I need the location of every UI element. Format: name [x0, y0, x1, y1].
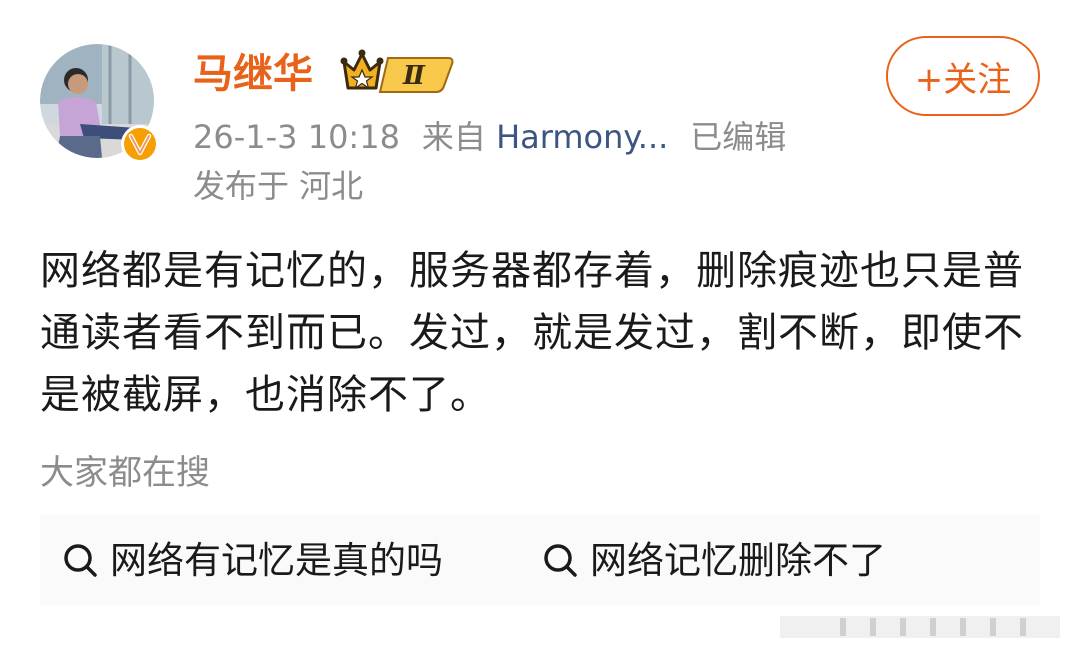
username[interactable]: 马继华: [193, 48, 313, 100]
hot-search-label: 网络记忆删除不了: [590, 539, 886, 582]
post-meta: 26-1-3 10:18 来自 Harmony... 已编辑: [193, 115, 786, 159]
weibo-post: 马继华 Ⅱ 26-1-3 10:18 来自 Harmony... 已编辑 发布于 河…: [0, 0, 1080, 660]
hot-search-label: 网络有记忆是真的吗: [110, 539, 443, 582]
corner-watermark: [780, 616, 1060, 638]
follow-button[interactable]: +关注: [886, 36, 1040, 116]
hot-search-title: 大家都在搜: [40, 453, 210, 493]
avatar[interactable]: [40, 44, 159, 163]
search-icon: [544, 544, 577, 577]
vip-level: Ⅱ: [402, 61, 426, 91]
post-content: 网络都是有记忆的，服务器都存着，删除痕迹也只是普通读者看不到而已。发过，就是发过…: [40, 248, 1024, 418]
hot-search-item[interactable]: 网络记忆删除不了: [542, 536, 886, 586]
verified-v-icon: [121, 125, 159, 163]
vip-crown-icon[interactable]: Ⅱ: [340, 48, 456, 96]
search-icon: [64, 544, 97, 577]
source-device-link[interactable]: Harmony...: [496, 118, 668, 156]
hot-search-item[interactable]: 网络有记忆是真的吗: [62, 536, 443, 586]
post-location: 发布于 河北: [193, 167, 364, 205]
source-prefix: 来自: [421, 118, 486, 156]
edited-label[interactable]: 已编辑: [690, 118, 786, 156]
timestamp: 26-1-3 10:18: [193, 118, 400, 156]
